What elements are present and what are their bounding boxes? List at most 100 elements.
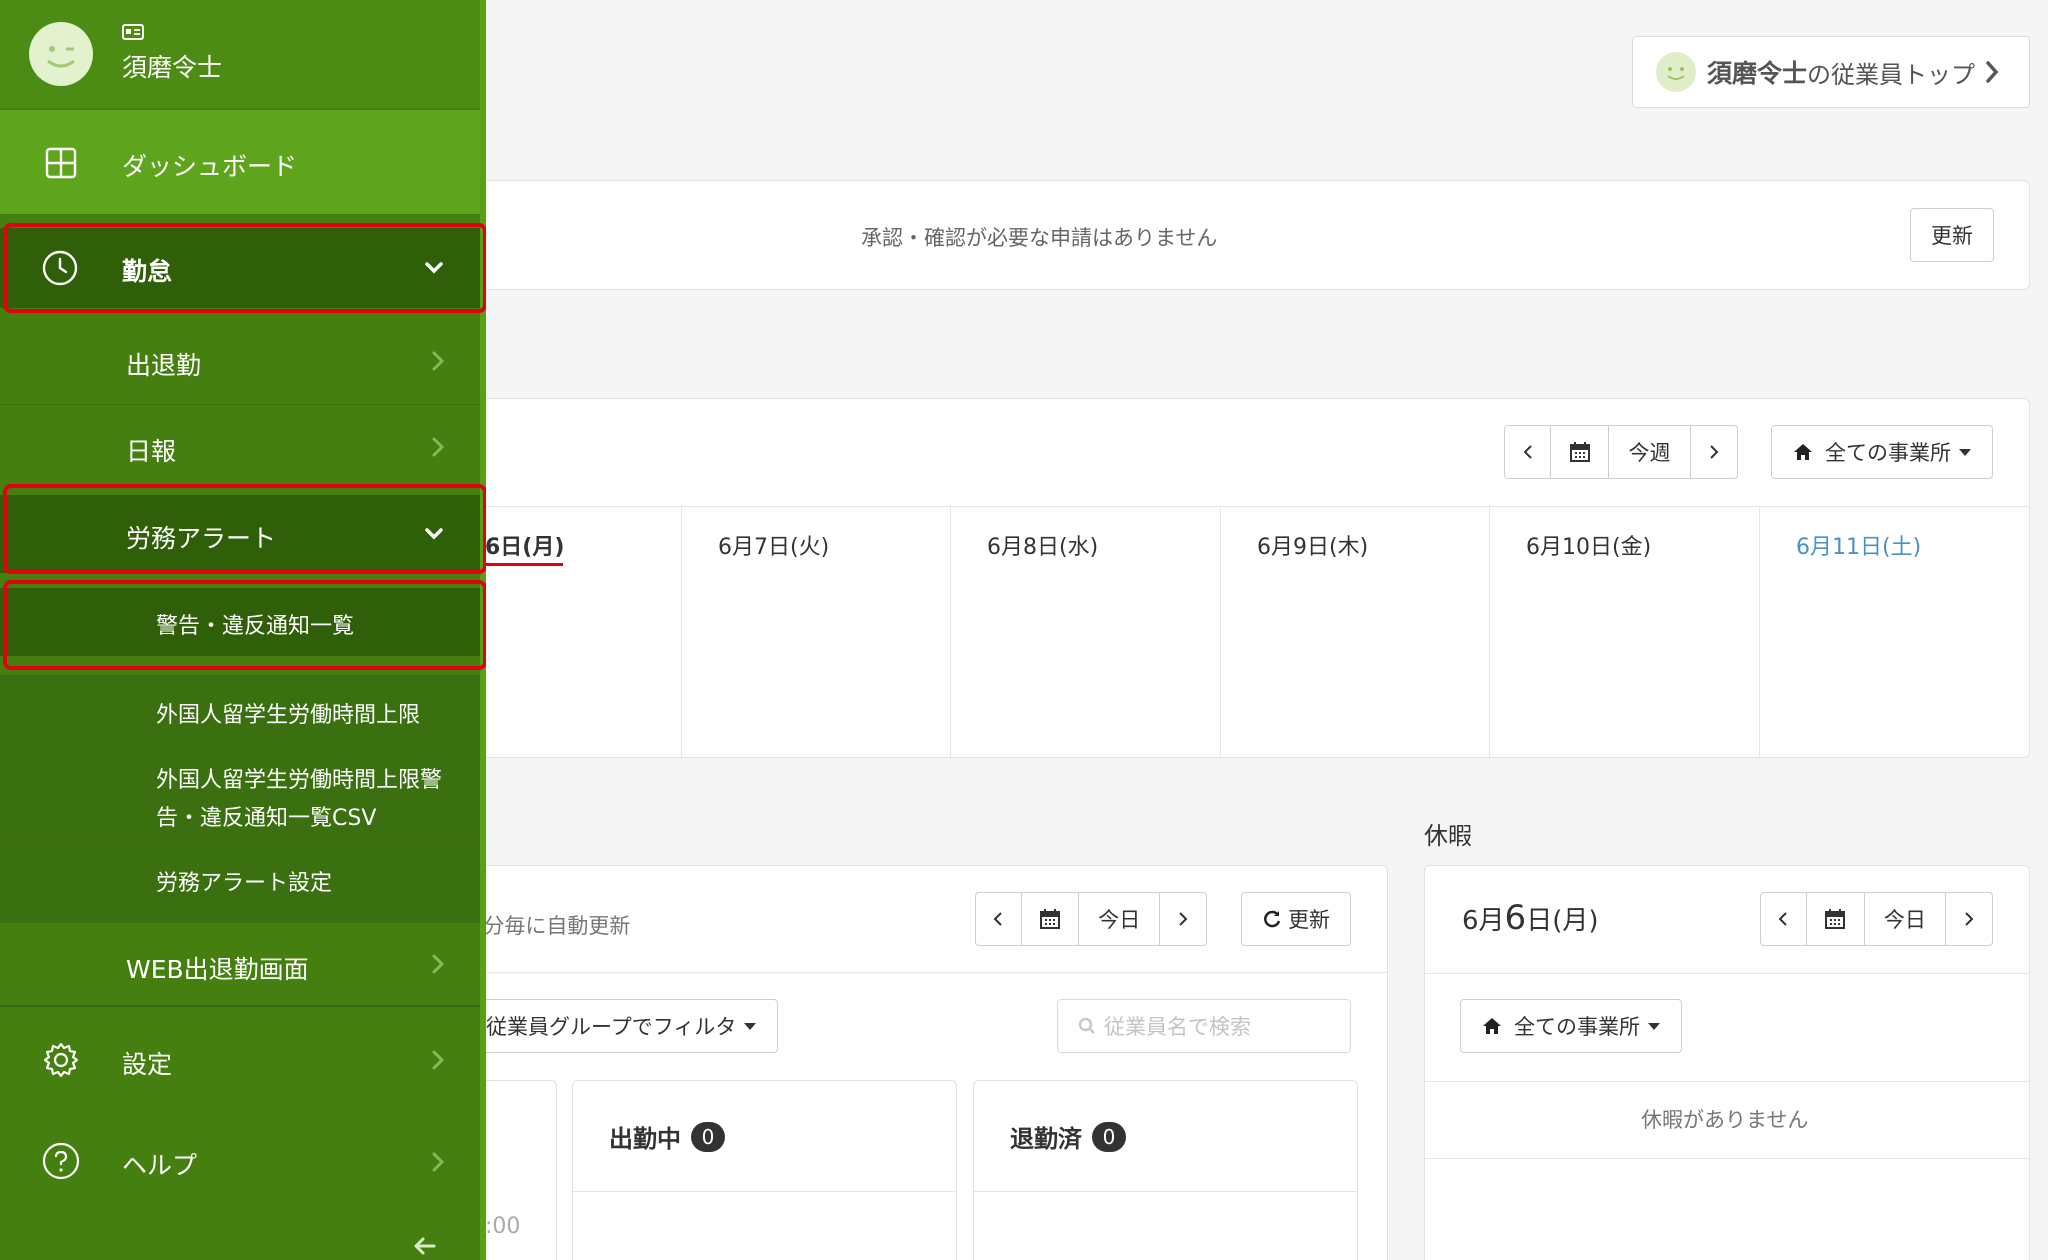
- chevron-right-icon: [432, 351, 444, 371]
- highlight-labor-alert: [3, 484, 486, 574]
- sidebar-item-help[interactable]: ヘルプ: [0, 1112, 480, 1212]
- sidebar-item-settings[interactable]: 設定: [0, 1010, 480, 1110]
- sidebar: 須磨令士 ダッシュボード 勤怠 出退勤 日報 労務アラート 警告・違反通知一覧 …: [0, 0, 486, 1260]
- leave-section-title: 休暇: [1424, 822, 1472, 850]
- approval-message: 承認・確認が必要な申請はありません: [861, 226, 1218, 250]
- caret-down-icon: [744, 1022, 757, 1030]
- sidebar-user[interactable]: 須磨令士: [0, 0, 480, 108]
- day-label-saturday: 6月11日(土): [1796, 535, 1922, 560]
- chevron-right-icon: [1179, 912, 1188, 926]
- chevron-left-icon: [993, 912, 1003, 926]
- day-label: 6月8日(水): [987, 535, 1099, 560]
- leave-calendar-button[interactable]: [1807, 893, 1865, 945]
- left-column: 退勤済 0: [973, 1080, 1358, 1260]
- day-column: 6月10日(金): [1489, 507, 1759, 757]
- sidebar-item-label: 外国人留学生労働時間上限警: [156, 768, 443, 793]
- group-filter-label: 従業員グループでフィルタ: [486, 1015, 737, 1039]
- attendance-refresh-button[interactable]: 更新: [1241, 892, 1351, 946]
- group-filter-dropdown[interactable]: 従業員グループでフィルタ: [460, 999, 778, 1053]
- chevron-left-icon: [1523, 445, 1532, 459]
- chevron-right-icon: [1710, 445, 1719, 459]
- leave-date-day: 6: [1504, 898, 1527, 938]
- home-icon: [1483, 1018, 1501, 1034]
- leave-empty-message: 休暇がありません: [1641, 1108, 1809, 1132]
- user-avatar: [28, 21, 94, 87]
- sidebar-item-label: 設定: [122, 1050, 173, 1079]
- search-placeholder: 従業員名で検索: [1104, 1015, 1251, 1039]
- day-column: 6月11日(土): [1759, 507, 2029, 757]
- working-column: 出勤中 0: [572, 1080, 957, 1260]
- home-icon: [1794, 444, 1812, 460]
- leave-date-prefix: 6月: [1462, 906, 1505, 936]
- employee-top-name: 須磨令士: [1707, 59, 1808, 88]
- sidebar-subitem-foreign-student-limit[interactable]: 外国人留学生労働時間上限: [0, 675, 480, 751]
- sidebar-item-clock-in-out[interactable]: 出退勤: [0, 318, 480, 404]
- id-card-icon: [122, 24, 144, 40]
- left-label: 退勤済: [1010, 1125, 1082, 1153]
- chevron-right-icon: [432, 437, 444, 457]
- highlight-attendance: [3, 223, 486, 313]
- chevron-left-icon: [1778, 912, 1788, 926]
- time-fragment: :00: [485, 1214, 521, 1239]
- employee-top-button[interactable]: 須磨令士 の従業員トップ: [1632, 36, 2030, 108]
- chevron-right-icon: [432, 954, 444, 974]
- sidebar-item-daily-report[interactable]: 日報: [0, 404, 480, 490]
- sidebar-item-label: WEB出退勤画面: [126, 955, 309, 984]
- sidebar-item-web-clock[interactable]: WEB出退勤画面: [0, 923, 480, 1005]
- search-icon: [1078, 1017, 1095, 1034]
- today-button[interactable]: 今日: [1079, 893, 1161, 945]
- day-column: 6月7日(火): [681, 507, 949, 757]
- leave-prev-button[interactable]: [1761, 893, 1807, 945]
- auto-update-text: 5分毎に自動更新: [470, 914, 631, 938]
- gear-icon: [42, 1041, 80, 1079]
- week-next-button[interactable]: [1691, 426, 1737, 478]
- day-next-button[interactable]: [1160, 893, 1206, 945]
- sidebar-item-label: 労務アラート設定: [156, 871, 333, 896]
- day-label-today: 6日(月): [485, 535, 565, 560]
- week-office-filter-label: 全ての事業所: [1825, 441, 1951, 465]
- calendar-icon: [1039, 909, 1060, 929]
- chevron-right-icon: [432, 1050, 444, 1070]
- approval-refresh-button[interactable]: 更新: [1910, 208, 1994, 262]
- leave-next-button[interactable]: [1946, 893, 1992, 945]
- day-column: 6月8日(水): [950, 507, 1220, 757]
- day-calendar-button[interactable]: [1022, 893, 1080, 945]
- chevron-right-icon: [432, 1152, 444, 1172]
- highlight-alert-list: [3, 580, 486, 670]
- leave-date-suffix: 日(月): [1526, 906, 1599, 936]
- sidebar-item-label: 外国人留学生労働時間上限: [156, 703, 421, 728]
- sidebar-item-label: 出退勤: [126, 351, 202, 380]
- leave-today-button[interactable]: 今日: [1865, 893, 1947, 945]
- caret-down-icon: [1959, 448, 1971, 456]
- sidebar-subitem-foreign-student-csv[interactable]: 外国人留学生労働時間上限警 告・違反通知一覧CSV: [0, 752, 480, 836]
- day-label: 6月7日(火): [718, 535, 830, 560]
- refresh-label: 更新: [1931, 224, 1973, 248]
- attendance-refresh-label: 更新: [1288, 908, 1330, 932]
- employee-search-input[interactable]: 従業員名で検索: [1057, 999, 1351, 1053]
- sidebar-divider: [0, 1005, 480, 1007]
- week-calendar-button[interactable]: [1551, 426, 1609, 478]
- approval-card: 承認・確認が必要な申請はありません 更新: [440, 180, 2030, 290]
- leave-today-label: 今日: [1883, 908, 1926, 932]
- sidebar-subitem-alert-settings[interactable]: 労務アラート設定: [0, 837, 480, 923]
- week-office-filter[interactable]: 全ての事業所: [1771, 425, 1993, 479]
- calendar-icon: [1569, 442, 1590, 462]
- smile-icon: [1655, 51, 1697, 93]
- sidebar-item-label: 告・違反通知一覧CSV: [156, 806, 377, 831]
- day-prev-button[interactable]: [976, 893, 1022, 945]
- this-week-button[interactable]: 今週: [1609, 426, 1691, 478]
- calendar-icon: [1825, 909, 1846, 929]
- employee-top-suffix: の従業員トップ: [1807, 60, 1976, 89]
- sidebar-item-label: ヘルプ: [122, 1151, 198, 1180]
- week-prev-button[interactable]: [1505, 426, 1551, 478]
- leave-office-filter[interactable]: 全ての事業所: [1460, 999, 1682, 1053]
- sidebar-user-name: 須磨令士: [122, 53, 223, 82]
- working-label: 出勤中: [609, 1125, 681, 1153]
- day-label: 6月10日(金): [1526, 535, 1652, 560]
- sidebar-item-dashboard[interactable]: ダッシュボード: [0, 110, 480, 214]
- working-count-badge: 0: [691, 1121, 725, 1152]
- collapse-sidebar-icon[interactable]: [412, 1236, 436, 1256]
- week-nav-group: 今週: [1504, 425, 1738, 479]
- help-icon: [42, 1142, 80, 1180]
- chevron-right-icon: [1985, 60, 1999, 84]
